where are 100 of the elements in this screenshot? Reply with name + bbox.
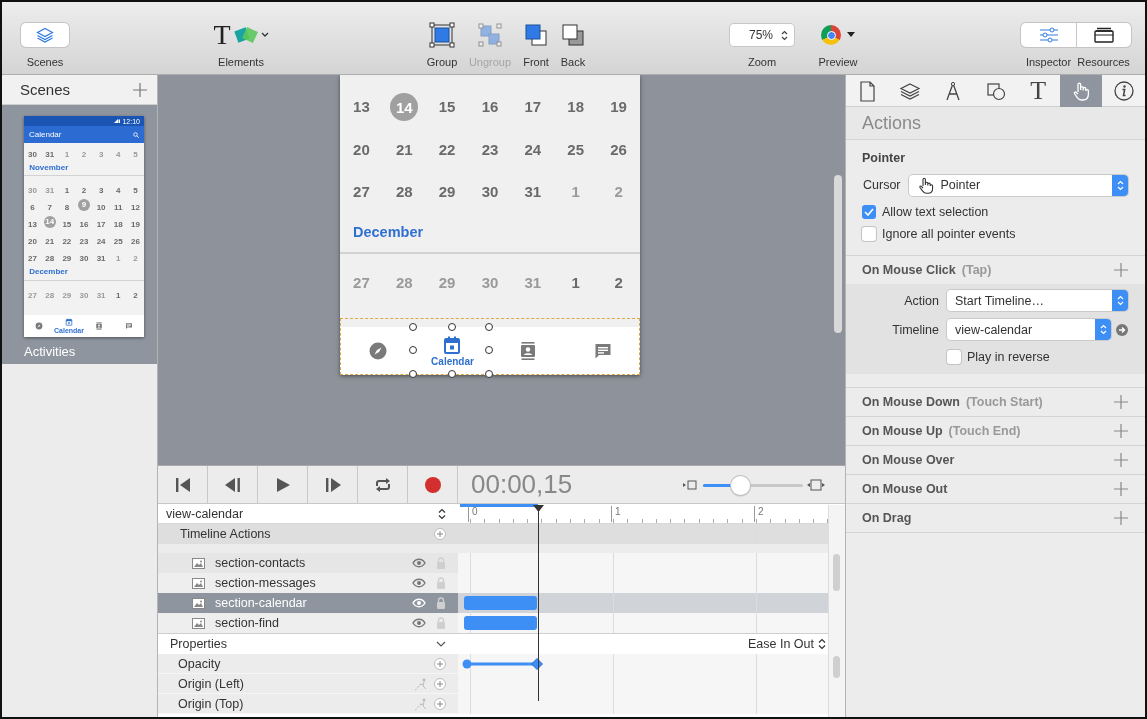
add-icon[interactable] xyxy=(1114,395,1128,409)
back-icon[interactable] xyxy=(560,22,586,48)
day-number: 31 xyxy=(96,290,106,300)
add-icon[interactable] xyxy=(1114,482,1128,496)
day-number: 24 xyxy=(96,237,106,247)
checkbox[interactable]: Play in reverse xyxy=(947,346,1128,368)
property-row[interactable]: Origin (Left) xyxy=(158,674,458,694)
layer-row[interactable]: section-find xyxy=(158,613,458,633)
ruler-label: 2 xyxy=(754,506,764,522)
day-number: 30 xyxy=(28,186,37,196)
day-number: 17 xyxy=(524,98,542,116)
day-number: 1 xyxy=(116,254,121,264)
cursor-select[interactable]: Pointer xyxy=(908,174,1128,196)
event-hint: (Tap) xyxy=(961,263,992,277)
day-number: 5 xyxy=(133,186,138,196)
day-number: 10 xyxy=(96,203,106,213)
property-row[interactable]: Opacity xyxy=(158,654,458,674)
day-number: 29 xyxy=(62,254,72,264)
zoom-field[interactable]: 75% xyxy=(730,24,794,46)
day-number: 24 xyxy=(524,140,542,158)
day-number: 1 xyxy=(64,150,70,159)
group-icon[interactable] xyxy=(429,22,455,48)
day-number: 12 xyxy=(130,203,140,213)
event-header[interactable]: On Mouse Down (Touch Start) xyxy=(846,388,1145,416)
arrow-circle-icon[interactable] xyxy=(1116,323,1128,336)
layer-row[interactable]: section-messages xyxy=(158,573,458,593)
add-icon[interactable] xyxy=(133,82,147,97)
event-header[interactable]: On Mouse Over xyxy=(846,446,1145,474)
day-number: 2 xyxy=(614,273,623,291)
eye-icon[interactable] xyxy=(412,578,426,588)
compass-icon[interactable] xyxy=(35,322,43,330)
hand-icon xyxy=(916,176,935,194)
add-circle-icon[interactable] xyxy=(434,657,446,670)
contacts-icon[interactable] xyxy=(95,322,103,330)
unlock-icon[interactable] xyxy=(436,597,446,609)
checkbox[interactable]: Allow text selection xyxy=(862,201,1128,223)
zoom-in-icon xyxy=(807,478,825,491)
day-number: 31 xyxy=(524,273,542,291)
eye-icon[interactable] xyxy=(412,618,426,628)
event-header[interactable]: On Mouse Out xyxy=(846,475,1145,503)
checkbox[interactable]: Ignore all pointer events xyxy=(862,223,1128,245)
add-icon[interactable] xyxy=(1114,263,1128,277)
add-icon[interactable] xyxy=(1114,511,1128,525)
selection-handles[interactable] xyxy=(408,322,494,379)
action-select[interactable]: Start Timeline… xyxy=(947,290,1128,311)
record-icon xyxy=(422,474,443,495)
slider-thumb[interactable] xyxy=(731,475,750,495)
playhead[interactable] xyxy=(532,505,544,701)
timeline-select[interactable]: view-calendar xyxy=(947,319,1111,340)
add-icon[interactable] xyxy=(1114,453,1128,467)
chevron-down-icon[interactable] xyxy=(436,641,446,647)
toolbar-label: Back xyxy=(560,56,586,69)
day-number: 17 xyxy=(96,220,106,230)
scrollbar[interactable] xyxy=(833,554,840,591)
calendar-icon[interactable] xyxy=(65,318,73,327)
easing-select[interactable]: Ease In Out xyxy=(748,637,826,651)
elements-button[interactable]: T xyxy=(213,21,269,49)
property-row[interactable]: Origin (Top) xyxy=(158,694,458,714)
tab-label: Calendar xyxy=(431,357,474,367)
event-name: On Mouse Up xyxy=(862,424,943,438)
day-number: 3 xyxy=(98,186,104,196)
day-number: 28 xyxy=(395,273,413,291)
stepper-icon xyxy=(438,507,446,520)
text-tab[interactable]: T xyxy=(1016,75,1060,107)
event-header[interactable]: On Mouse Up (Touch End) xyxy=(846,417,1145,445)
message-icon[interactable] xyxy=(125,322,133,330)
day-number: 18 xyxy=(113,220,123,230)
preview-button[interactable] xyxy=(821,25,855,45)
compass-icon[interactable] xyxy=(367,341,388,361)
resources-icon xyxy=(1093,26,1115,44)
event-name: On Mouse Out xyxy=(862,482,948,496)
zoom-slider[interactable] xyxy=(703,474,803,495)
day-number: 31 xyxy=(45,186,55,196)
calendar-icon[interactable] xyxy=(442,335,463,355)
add-circle-icon[interactable] xyxy=(434,677,446,690)
scenes-button[interactable] xyxy=(21,23,69,47)
keyframe-track[interactable] xyxy=(460,657,544,671)
layer-row[interactable]: section-contacts xyxy=(158,553,458,573)
image-icon xyxy=(192,597,205,609)
add-circle-icon[interactable] xyxy=(434,528,446,540)
event-header[interactable]: On Drag xyxy=(846,504,1145,532)
day-number: 2 xyxy=(81,150,87,159)
zoom-out-icon xyxy=(683,478,699,491)
event-header[interactable]: On Mouse Click (Tap) xyxy=(846,256,1145,284)
event-name: On Mouse Over xyxy=(862,453,955,467)
add-icon[interactable] xyxy=(1114,424,1128,438)
field-label: Action xyxy=(903,293,939,308)
day-number: 15 xyxy=(62,220,72,230)
scrollbar[interactable] xyxy=(833,656,840,678)
day-number: 21 xyxy=(45,237,55,247)
eye-icon[interactable] xyxy=(412,558,426,568)
add-circle-icon[interactable] xyxy=(434,697,446,710)
scene-name: Activities xyxy=(24,344,77,359)
day-number: 27 xyxy=(28,254,37,264)
front-icon[interactable] xyxy=(523,22,549,48)
event-name: On Mouse Click xyxy=(862,263,956,277)
day-number: 19 xyxy=(130,220,140,230)
day-number: 21 xyxy=(395,140,413,158)
day-number: 6 xyxy=(30,203,35,213)
scrollbar[interactable] xyxy=(834,175,842,333)
